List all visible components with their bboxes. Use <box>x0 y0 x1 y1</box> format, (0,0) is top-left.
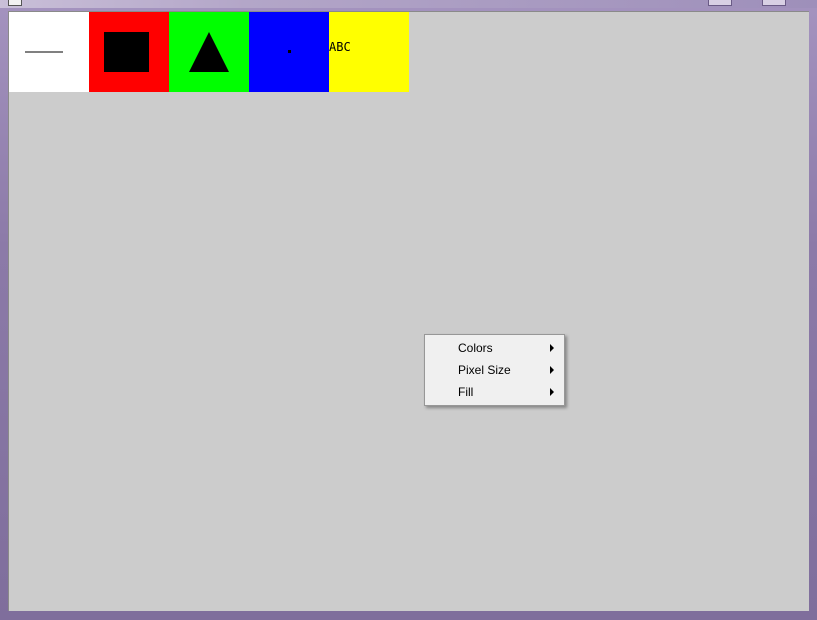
rectangle-tool[interactable] <box>89 12 169 92</box>
tool-palette: ABC <box>9 12 409 92</box>
text-tool[interactable]: ABC <box>329 12 409 92</box>
close-button[interactable] <box>762 0 786 6</box>
window-icon[interactable] <box>8 0 22 6</box>
drawing-canvas[interactable]: ABC <box>8 11 809 611</box>
submenu-arrow-icon <box>550 388 554 396</box>
submenu-arrow-icon <box>550 366 554 374</box>
menu-item-fill[interactable]: Fill <box>425 381 564 403</box>
menu-item-colors[interactable]: Colors <box>425 337 564 359</box>
title-bar[interactable] <box>0 0 817 8</box>
triangle-tool[interactable] <box>169 12 249 92</box>
dot-icon <box>288 50 291 53</box>
application-window: ABC Colors Pixel Size Fill <box>0 0 817 620</box>
menu-item-pixel-size[interactable]: Pixel Size <box>425 359 564 381</box>
text-icon: ABC <box>329 40 351 54</box>
minimize-button[interactable] <box>708 0 732 6</box>
triangle-icon <box>189 32 229 72</box>
context-menu: Colors Pixel Size Fill <box>424 334 565 406</box>
menu-item-label: Fill <box>458 385 474 399</box>
menu-item-label: Colors <box>458 341 493 355</box>
line-tool[interactable] <box>9 12 89 92</box>
menu-item-label: Pixel Size <box>458 363 511 377</box>
line-icon <box>25 51 63 53</box>
point-tool[interactable] <box>249 12 329 92</box>
submenu-arrow-icon <box>550 344 554 352</box>
square-icon <box>104 32 149 72</box>
